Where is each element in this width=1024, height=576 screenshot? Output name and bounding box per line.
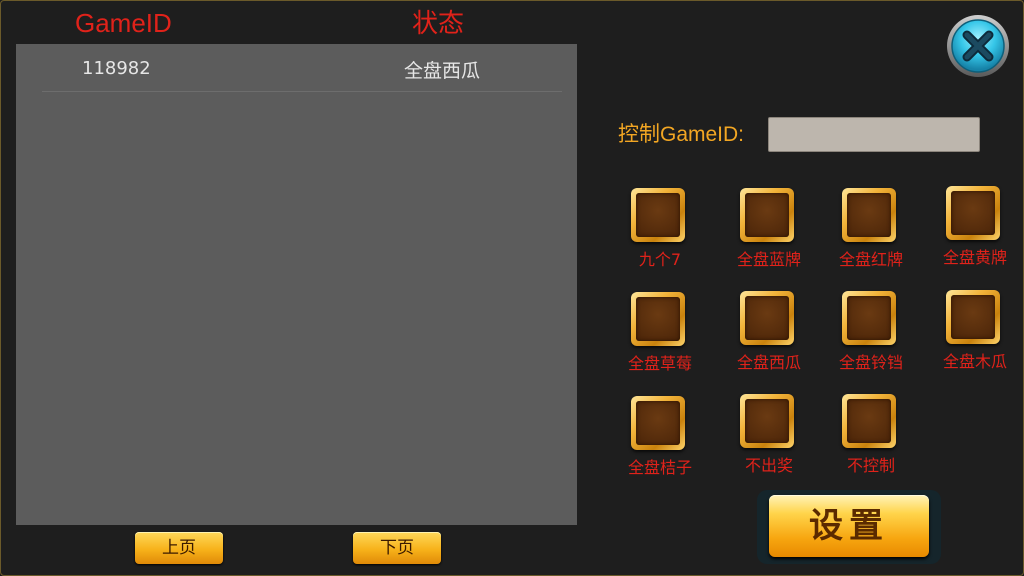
option-checkbox[interactable] xyxy=(631,292,685,346)
option-checkbox[interactable] xyxy=(740,394,794,448)
next-page-button[interactable]: 下页 xyxy=(353,532,441,564)
control-gameid-input[interactable] xyxy=(768,117,980,152)
option-checkbox[interactable] xyxy=(946,290,1000,344)
option-checkbox[interactable] xyxy=(631,188,685,242)
option-label: 全盘黄牌 xyxy=(942,248,1007,267)
option-all-red[interactable]: 全盘红牌 xyxy=(821,188,921,278)
table-row[interactable]: 118982 全盘西瓜 xyxy=(42,44,562,92)
column-header-gameid: GameID xyxy=(75,8,172,38)
set-button[interactable]: 设置 xyxy=(769,495,929,557)
option-no-prize[interactable]: 不出奖 xyxy=(719,394,819,484)
option-no-control[interactable]: 不控制 xyxy=(821,394,921,484)
option-checkbox[interactable] xyxy=(842,394,896,448)
option-label: 全盘草莓 xyxy=(627,354,692,373)
option-checkbox[interactable] xyxy=(842,291,896,345)
option-checkbox[interactable] xyxy=(842,188,896,242)
option-checkbox[interactable] xyxy=(946,186,1000,240)
option-checkbox[interactable] xyxy=(631,396,685,450)
option-label: 全盘桔子 xyxy=(627,458,692,477)
option-nine-seven[interactable]: 九个7 xyxy=(610,188,710,278)
option-label: 九个7 xyxy=(638,250,682,269)
close-button[interactable] xyxy=(946,14,1010,78)
row-status: 全盘西瓜 xyxy=(404,60,481,82)
option-all-strawberry[interactable]: 全盘草莓 xyxy=(610,292,710,382)
option-label: 全盘木瓜 xyxy=(942,352,1007,371)
option-label: 不控制 xyxy=(846,456,895,475)
game-list-panel: 118982 全盘西瓜 xyxy=(16,44,577,525)
control-gameid-label: 控制GameID: xyxy=(618,123,745,146)
option-all-orange[interactable]: 全盘桔子 xyxy=(610,396,710,486)
option-checkbox[interactable] xyxy=(740,188,794,242)
row-gameid: 118982 xyxy=(82,58,151,79)
option-checkbox[interactable] xyxy=(740,291,794,345)
option-label: 全盘红牌 xyxy=(838,250,903,269)
option-all-papaya[interactable]: 全盘木瓜 xyxy=(925,290,1024,380)
column-header-status: 状态 xyxy=(412,8,465,38)
option-all-watermelon[interactable]: 全盘西瓜 xyxy=(719,291,819,381)
prev-page-button[interactable]: 上页 xyxy=(135,532,223,564)
option-all-yellow[interactable]: 全盘黄牌 xyxy=(925,186,1024,276)
close-icon xyxy=(947,15,1009,77)
option-label: 全盘铃铛 xyxy=(838,353,903,372)
option-all-blue[interactable]: 全盘蓝牌 xyxy=(719,188,819,278)
option-all-bell[interactable]: 全盘铃铛 xyxy=(821,291,921,381)
